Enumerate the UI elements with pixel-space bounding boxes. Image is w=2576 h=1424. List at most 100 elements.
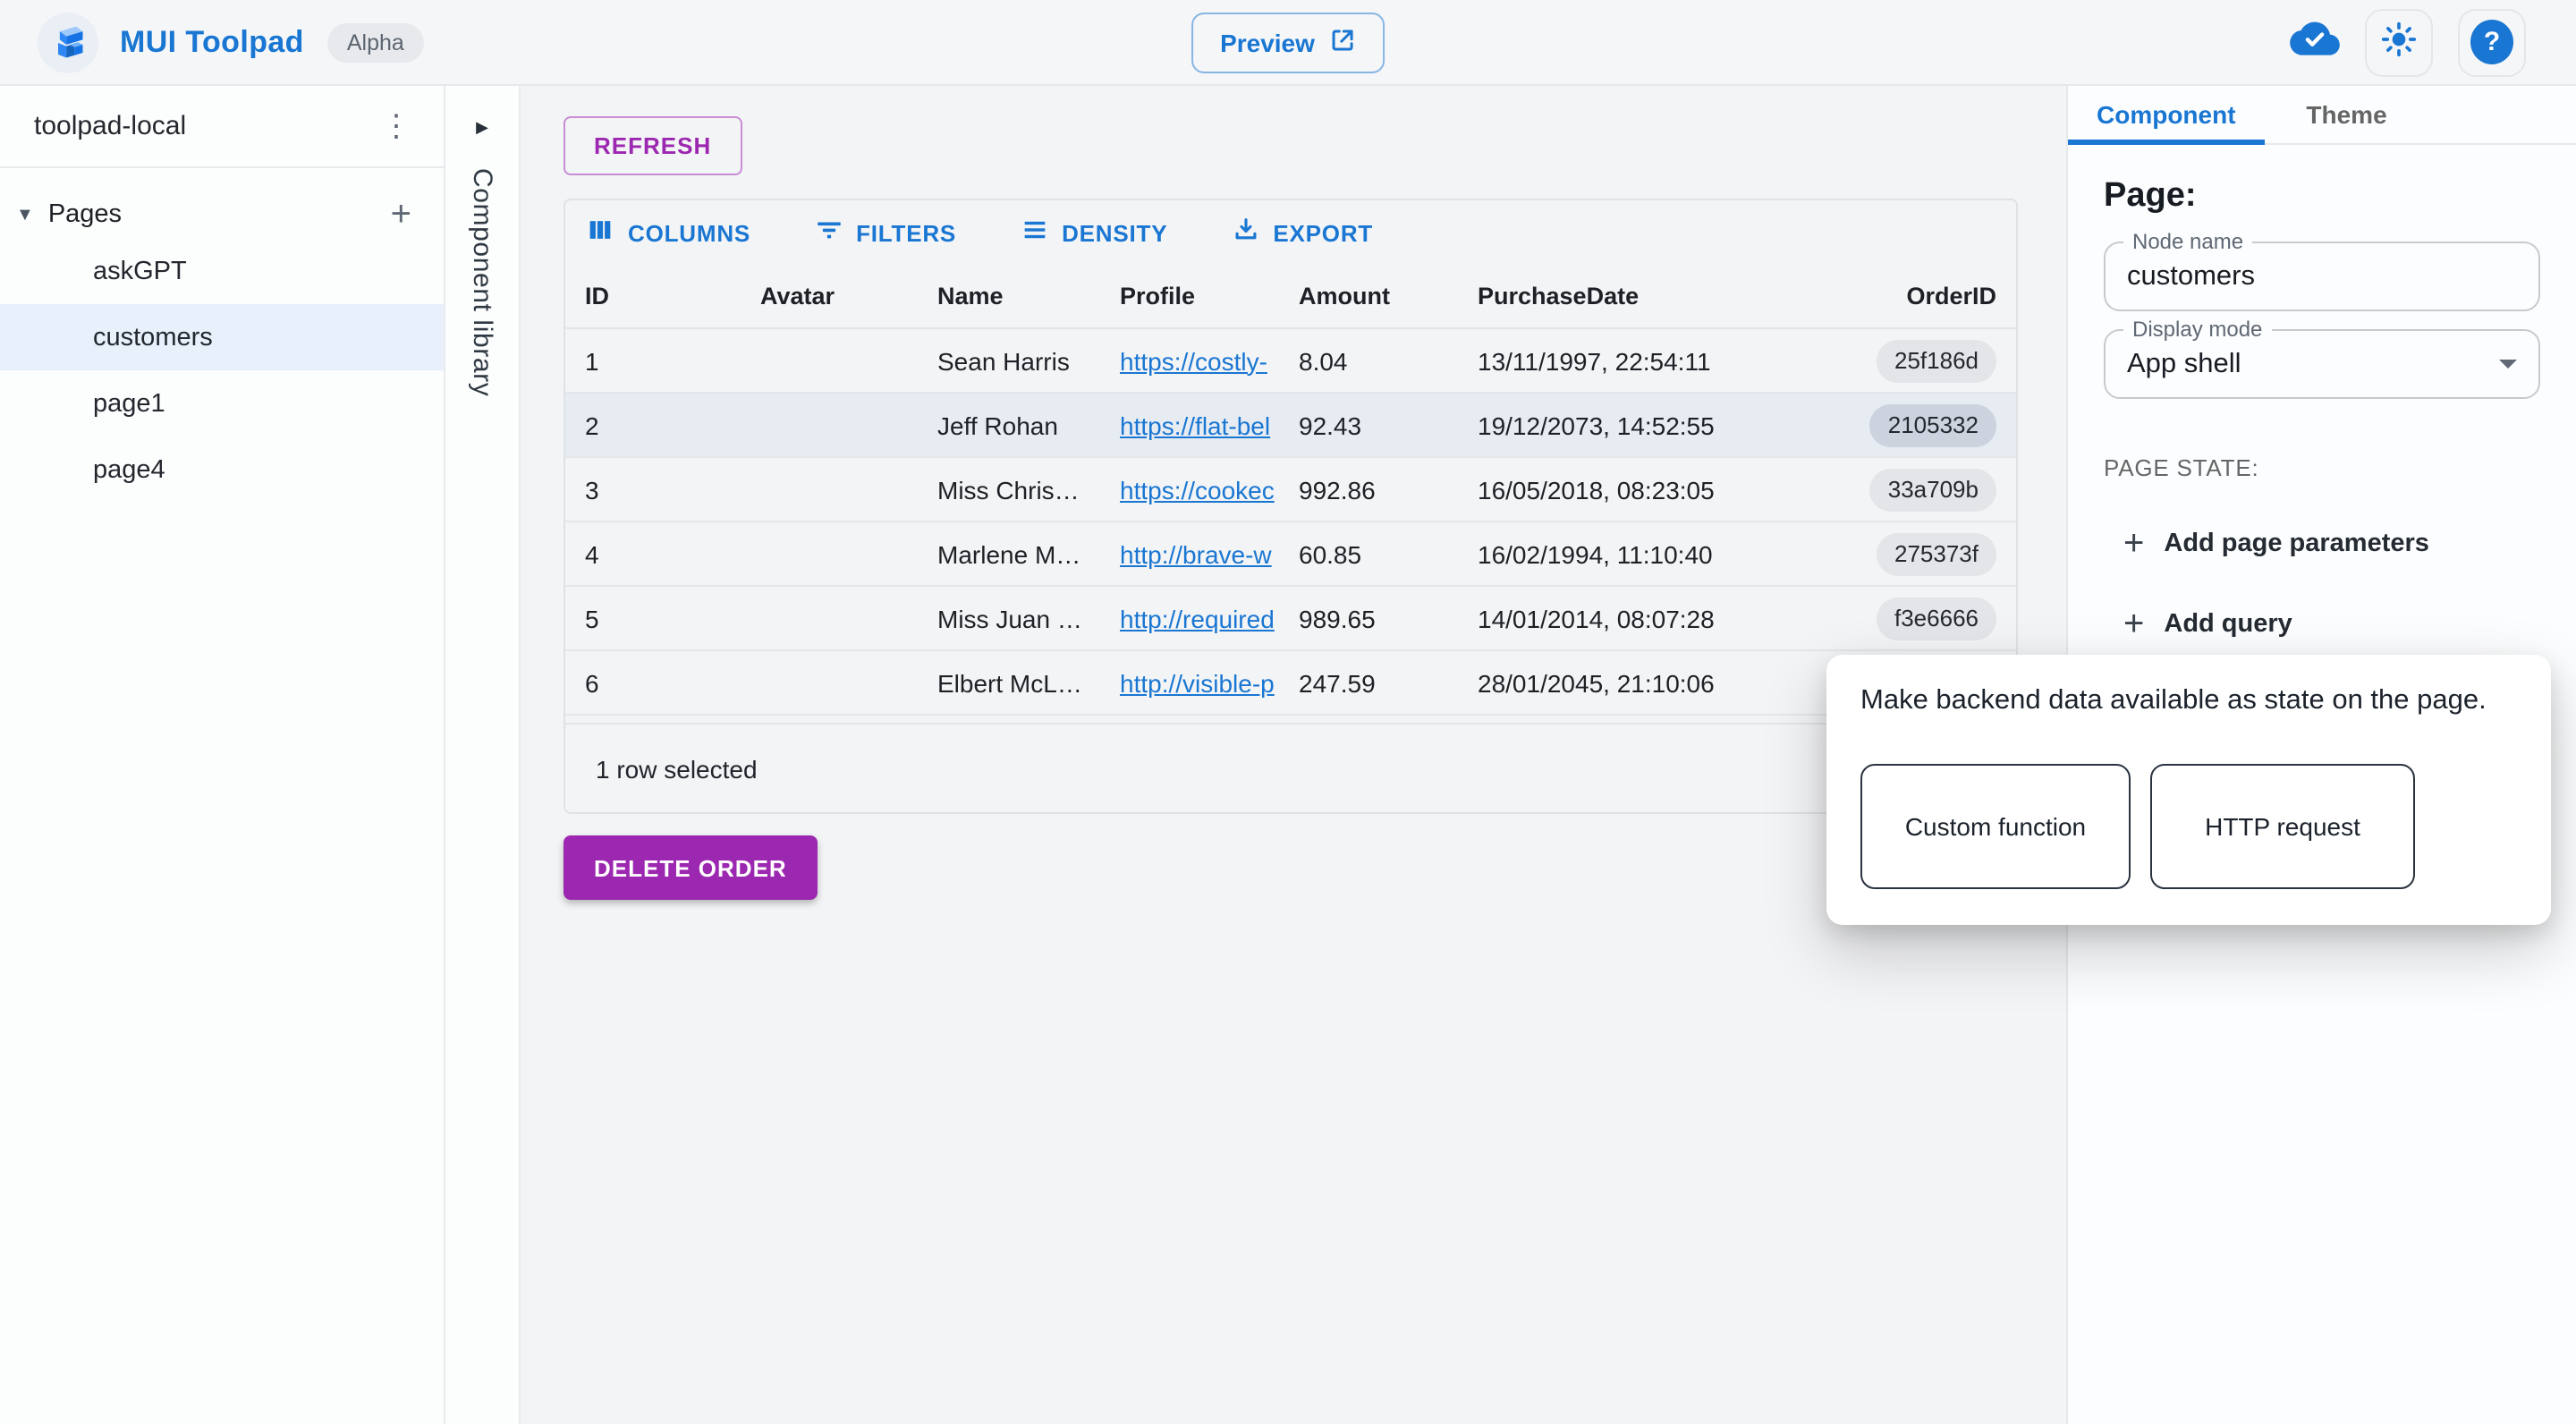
cell-profile: https://cookec [1100, 475, 1279, 504]
profile-link[interactable]: https://flat-bel [1120, 411, 1270, 439]
cell-date: 16/05/2018, 08:23:05 [1458, 475, 1846, 504]
plus-icon: + [2123, 526, 2144, 562]
cell-name: Miss Chris… [918, 475, 1100, 504]
add-page-button[interactable]: + [380, 195, 422, 234]
cell-amount: 247.59 [1279, 668, 1458, 697]
col-header-amount[interactable]: Amount [1279, 283, 1458, 309]
columns-button[interactable]: COLUMNS [576, 208, 759, 258]
table-row[interactable]: 3 Miss Chris… https://cookec 992.86 16/0… [565, 458, 2016, 522]
add-page-icon: + [391, 195, 411, 234]
tab-component[interactable]: Component [2068, 86, 2265, 143]
sidebar-item-page4[interactable]: page4 [0, 437, 444, 503]
col-header-orderid[interactable]: OrderID [1846, 283, 2016, 309]
dropdown-caret-icon [2499, 360, 2517, 369]
cell-name: Elbert McL… [918, 668, 1100, 697]
tab-theme[interactable]: Theme [2265, 86, 2429, 143]
light-mode-icon [2379, 20, 2419, 64]
theme-toggle-button[interactable] [2365, 8, 2433, 76]
table-row[interactable]: 6 Elbert McL… http://visible-p 247.59 28… [565, 651, 2016, 716]
profile-link[interactable]: http://brave-w [1120, 539, 1272, 568]
col-header-id[interactable]: ID [565, 283, 741, 309]
add-page-parameters-button[interactable]: + Add page parameters [2104, 526, 2429, 562]
custom-function-button[interactable]: Custom function [1860, 764, 2131, 889]
collapse-arrow-icon: ▼ [16, 205, 34, 225]
cell-amount: 992.86 [1279, 475, 1458, 504]
cell-orderid: 275373f [1846, 532, 2016, 575]
export-label: EXPORT [1273, 219, 1373, 246]
export-button[interactable]: EXPORT [1221, 208, 1382, 258]
expand-panel-icon[interactable]: ▶ [465, 116, 499, 140]
cell-profile: http://required [1100, 604, 1279, 632]
page-state-label: PAGE STATE: [2104, 454, 2540, 481]
node-name-label: Node name [2123, 229, 2252, 254]
cell-amount: 92.43 [1279, 411, 1458, 439]
cell-name: Miss Juan … [918, 604, 1100, 632]
page-heading: Page: [2104, 177, 2540, 216]
cell-amount: 989.65 [1279, 604, 1458, 632]
http-request-button[interactable]: HTTP request [2150, 764, 2415, 889]
popup-title: Make backend data available as state on … [1860, 685, 2519, 717]
add-query-button[interactable]: + Add query [2104, 606, 2292, 642]
sidebar-item-page1[interactable]: page1 [0, 370, 444, 437]
order-chip: f3e6666 [1877, 597, 1996, 640]
profile-link[interactable]: http://required [1120, 604, 1275, 632]
cell-orderid: f3e6666 [1846, 597, 2016, 640]
profile-link[interactable]: http://visible-p [1120, 668, 1275, 697]
refresh-button[interactable]: REFRESH [564, 116, 741, 175]
data-grid: COLUMNS FILTERS [564, 199, 2018, 814]
inspector-tabs: Component Theme [2068, 86, 2576, 145]
cell-profile: https://costly- [1100, 346, 1279, 375]
filter-icon [813, 215, 843, 250]
order-chip: 33a709b [1870, 468, 1996, 511]
col-header-name[interactable]: Name [918, 283, 1100, 309]
cell-date: 13/11/1997, 22:54:11 [1458, 346, 1846, 375]
table-row[interactable]: 5 Miss Juan … http://required 989.65 14/… [565, 587, 2016, 651]
add-query-popup: Make backend data available as state on … [1826, 655, 2551, 925]
cell-orderid: 33a709b [1846, 468, 2016, 511]
grid-rows: 1 Sean Harris https://costly- 8.04 13/11… [565, 329, 2016, 716]
grid-toolbar: COLUMNS FILTERS [565, 200, 2016, 265]
preview-external-link-icon [1329, 27, 1356, 59]
cell-profile: https://flat-bel [1100, 411, 1279, 439]
help-button[interactable]: ? [2458, 8, 2526, 76]
grid-filler [565, 716, 2016, 723]
delete-order-button[interactable]: DELETE ORDER [564, 835, 818, 900]
profile-link[interactable]: https://costly- [1120, 346, 1267, 375]
cell-date: 16/02/1994, 11:10:40 [1458, 539, 1846, 568]
col-header-purchasedate[interactable]: PurchaseDate [1458, 283, 1846, 309]
col-header-avatar[interactable]: Avatar [741, 283, 918, 309]
pages-collapse-button[interactable]: ▼ [16, 205, 48, 225]
cell-name: Marlene M… [918, 539, 1100, 568]
density-label: DENSITY [1062, 219, 1167, 246]
add-page-parameters-label: Add page parameters [2164, 530, 2429, 558]
explorer-sidebar: toolpad-local ⋮ ▼ Pages + askGPTcustomer… [0, 86, 445, 1424]
filters-button[interactable]: FILTERS [804, 208, 965, 258]
project-name: toolpad-local [34, 111, 186, 141]
cell-date: 14/01/2014, 08:07:28 [1458, 604, 1846, 632]
cloud-done-icon [2290, 18, 2340, 66]
preview-button[interactable]: Preview [1191, 13, 1385, 73]
table-row[interactable]: 4 Marlene M… http://brave-w 60.85 16/02/… [565, 522, 2016, 587]
preview-label: Preview [1220, 29, 1315, 57]
export-icon [1230, 215, 1260, 250]
sidebar-item-customers[interactable]: customers [0, 304, 444, 370]
profile-link[interactable]: https://cookec [1120, 475, 1275, 504]
project-menu-button[interactable]: ⋮ [370, 109, 422, 143]
cell-orderid: 25f186d [1846, 339, 2016, 382]
cell-date: 19/12/2073, 14:52:55 [1458, 411, 1846, 439]
col-header-profile[interactable]: Profile [1100, 283, 1279, 309]
table-row[interactable]: 1 Sean Harris https://costly- 8.04 13/11… [565, 329, 2016, 394]
table-row[interactable]: 2 Jeff Rohan https://flat-bel 92.43 19/1… [565, 394, 2016, 458]
node-name-field: Node name [2104, 242, 2540, 311]
component-library-strip[interactable]: ▶ Component library [445, 86, 521, 1424]
sidebar-item-askGPT[interactable]: askGPT [0, 238, 444, 304]
topbar-actions: ? [2290, 8, 2526, 76]
order-chip: 275373f [1877, 532, 1996, 575]
density-button[interactable]: DENSITY [1010, 208, 1176, 258]
cell-name: Sean Harris [918, 346, 1100, 375]
cell-date: 28/01/2045, 21:10:06 [1458, 668, 1846, 697]
toolpad-logo [38, 12, 98, 72]
display-mode-label: Display mode [2123, 317, 2271, 342]
help-icon: ? [2470, 20, 2513, 64]
component-library-label: Component library [467, 168, 497, 396]
